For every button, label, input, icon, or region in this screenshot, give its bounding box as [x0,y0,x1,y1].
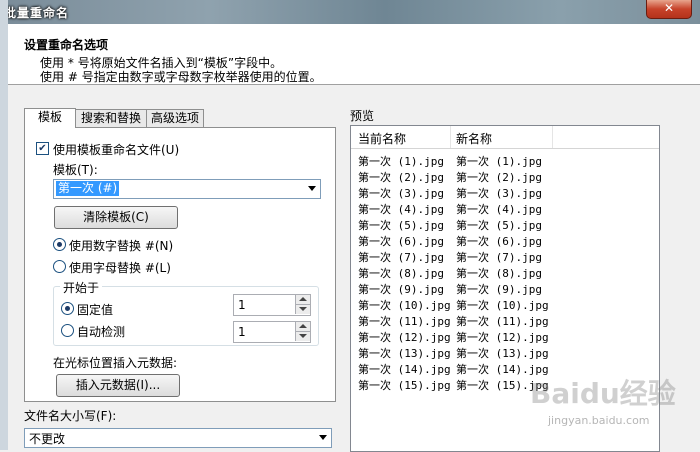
current-name-cell: 第一次 (4).jpg [358,203,444,216]
new-name-cell: 第一次 (8).jpg [456,267,542,280]
insert-metadata-button[interactable]: 插入元数据(I)... [56,374,180,397]
current-name-cell: 第一次 (6).jpg [358,235,444,248]
window-frame [0,0,8,450]
table-row[interactable]: 第一次 (3).jpg 第一次 (3).jpg [351,184,659,200]
current-name-cell: 第一次 (5).jpg [358,219,444,232]
case-combobox[interactable]: 不更改 [24,428,332,448]
tab-template[interactable]: 模板 [24,108,76,128]
chevron-down-icon [319,435,327,440]
fixed-value: 1 [238,298,246,312]
tab-advanced[interactable]: 高级选项 [146,109,204,127]
case-value: 不更改 [29,432,66,446]
table-row[interactable]: 第一次 (6).jpg 第一次 (6).jpg [351,232,659,248]
spin-up-icon[interactable] [295,295,310,305]
radio-numeric-label: 使用数字替换 #(N) [69,239,174,253]
spin-down-icon[interactable] [295,305,310,314]
current-name-cell: 第一次 (10).jpg [358,299,451,312]
table-row[interactable]: 第一次 (5).jpg 第一次 (5).jpg [351,216,659,232]
current-name-cell: 第一次 (1).jpg [358,155,444,168]
table-row[interactable]: 第一次 (9).jpg 第一次 (9).jpg [351,280,659,296]
chevron-down-icon [308,186,316,191]
table-row[interactable]: 第一次 (2).jpg 第一次 (2).jpg [351,168,659,184]
preview-label: 预览 [350,109,375,123]
new-name-cell: 第一次 (12).jpg [456,331,549,344]
new-name-cell: 第一次 (1).jpg [456,155,542,168]
title-bar: 批量重命名 ✕ [0,0,700,24]
col-new-name[interactable]: 新名称 [456,130,492,147]
template-value: 第一次 (#) [56,181,120,196]
radio-alpha-label: 使用字母替换 #(L) [69,261,171,275]
table-row[interactable]: 第一次 (11).jpg 第一次 (11).jpg [351,312,659,328]
template-label: 模板(T): [53,163,98,177]
table-row[interactable]: 第一次 (7).jpg 第一次 (7).jpg [351,248,659,264]
table-row[interactable]: 第一次 (8).jpg 第一次 (8).jpg [351,264,659,280]
table-row[interactable]: 第一次 (12).jpg 第一次 (12).jpg [351,328,659,344]
template-panel: ✔ 使用模板重命名文件(U) 模板(T): 第一次 (#) 清除模板(C) 使用… [24,127,336,402]
dialog-header: 设置重命名选项 使用 * 号将原始文件名插入到“模板”字段中。 使用 # 号指定… [8,24,700,85]
tab-search-replace[interactable]: 搜索和替换 [75,109,147,127]
radio-fixed-label: 固定值 [77,303,114,317]
use-template-checkbox[interactable]: ✔ [36,142,49,155]
table-row[interactable]: 第一次 (4).jpg 第一次 (4).jpg [351,200,659,216]
new-name-cell: 第一次 (3).jpg [456,187,542,200]
new-name-cell: 第一次 (6).jpg [456,235,542,248]
current-name-cell: 第一次 (11).jpg [358,315,451,328]
spin-up-icon[interactable] [295,322,310,332]
new-name-cell: 第一次 (10).jpg [456,299,549,312]
new-name-cell: 第一次 (9).jpg [456,283,542,296]
radio-auto-label: 自动检测 [77,325,126,339]
insert-metadata-label: 在光标位置插入元数据: [53,356,178,370]
radio-fixed[interactable] [61,302,74,315]
close-button[interactable]: ✕ [646,0,692,19]
radio-alpha[interactable] [53,260,66,273]
watermark-logo: Baidu经验 [530,377,676,410]
new-name-cell: 第一次 (5).jpg [456,219,542,232]
current-name-cell: 第一次 (13).jpg [358,347,451,360]
auto-value: 1 [238,325,246,339]
current-name-cell: 第一次 (7).jpg [358,251,444,264]
current-name-cell: 第一次 (2).jpg [358,171,444,184]
column-divider[interactable] [552,126,553,148]
start-at-title: 开始于 [60,279,103,296]
case-label: 文件名大小写(F): [24,409,117,423]
spin-down-icon[interactable] [295,332,310,341]
table-row[interactable]: 第一次 (1).jpg 第一次 (1).jpg [351,152,659,168]
current-name-cell: 第一次 (8).jpg [358,267,444,280]
current-name-cell: 第一次 (9).jpg [358,283,444,296]
current-name-cell: 第一次 (14).jpg [358,363,451,376]
current-name-cell: 第一次 (12).jpg [358,331,451,344]
template-combobox[interactable]: 第一次 (#) [53,179,321,199]
fixed-value-stepper[interactable]: 1 [233,294,311,316]
new-name-cell: 第一次 (13).jpg [456,347,549,360]
new-name-cell: 第一次 (2).jpg [456,171,542,184]
use-template-label: 使用模板重命名文件(U) [53,143,180,157]
radio-numeric[interactable] [53,238,66,251]
auto-value-stepper[interactable]: 1 [233,321,311,343]
new-name-cell: 第一次 (4).jpg [456,203,542,216]
header-title: 设置重命名选项 [24,38,109,52]
col-current-name[interactable]: 当前名称 [358,130,406,147]
new-name-cell: 第一次 (7).jpg [456,251,542,264]
current-name-cell: 第一次 (15).jpg [358,379,451,392]
window-title: 批量重命名 [4,6,70,20]
table-row[interactable]: 第一次 (10).jpg 第一次 (10).jpg [351,296,659,312]
column-divider[interactable] [450,126,451,148]
table-row[interactable]: 第一次 (13).jpg 第一次 (13).jpg [351,344,659,360]
radio-auto[interactable] [61,324,74,337]
preview-header: 当前名称 新名称 [351,126,659,149]
header-hint-2: 使用 # 号指定由数字或字母数字枚举器使用的位置。 [40,70,322,84]
watermark-url: jingyan.baidu.com [548,414,650,427]
current-name-cell: 第一次 (3).jpg [358,187,444,200]
new-name-cell: 第一次 (11).jpg [456,315,549,328]
clear-template-button[interactable]: 清除模板(C) [54,206,178,229]
